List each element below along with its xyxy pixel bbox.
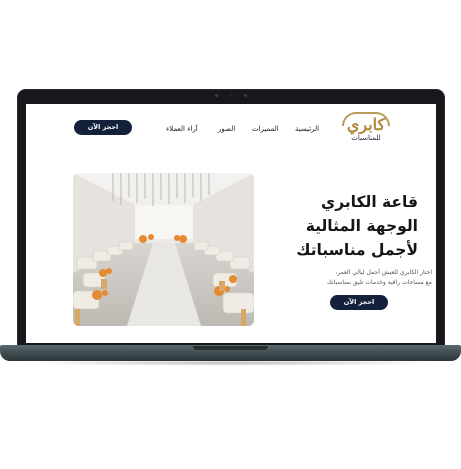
camera-icon <box>230 94 233 97</box>
hero-title-line: قاعة الكابري <box>321 193 418 211</box>
logo-main-text: كابري <box>346 115 386 134</box>
hero-book-button[interactable]: احجز الآن <box>330 295 388 310</box>
website-screen: كابري للمناسبات الرئيسية المميزات الصور … <box>26 104 436 343</box>
nav-link-features[interactable]: المميزات <box>252 124 279 134</box>
hero-desc-line: مع مساحات راقية وخدمات تليق بمناسباتك <box>326 278 432 286</box>
laptop-hinge-notch <box>193 346 268 350</box>
sensor-dot <box>244 94 247 97</box>
sensor-dot <box>215 94 218 97</box>
hero-title: قاعة الكابري الوجهة المثالية لأجمل مناسب… <box>262 190 418 262</box>
brand-logo[interactable]: كابري للمناسبات <box>336 112 396 146</box>
hall-illustration <box>73 173 254 326</box>
laptop-shadow <box>20 360 441 366</box>
nav-link-home[interactable]: الرئيسية <box>295 124 319 134</box>
logo-sub-text: للمناسبات <box>351 134 381 142</box>
hall-photo <box>73 173 254 326</box>
book-now-button[interactable]: احجز الآن <box>74 120 132 135</box>
hero-description: اختار الكابري للعيش أجمل ليالي العمر، مع… <box>262 268 432 287</box>
hero-desc-line: اختار الكابري للعيش أجمل ليالي العمر، <box>335 269 432 276</box>
nav-link-gallery[interactable]: الصور <box>218 124 235 134</box>
camera-row <box>17 93 445 99</box>
nav-links: الرئيسية المميزات الصور آراء العملاء <box>166 124 319 136</box>
nav-link-reviews[interactable]: آراء العملاء <box>166 124 198 134</box>
hero-title-line: لأجمل مناسباتك <box>296 241 418 259</box>
laptop-mockup: كابري للمناسبات الرئيسية المميزات الصور … <box>0 0 461 469</box>
top-nav: كابري للمناسبات الرئيسية المميزات الصور … <box>26 104 436 152</box>
hero-title-line: الوجهة المثالية <box>305 217 418 235</box>
